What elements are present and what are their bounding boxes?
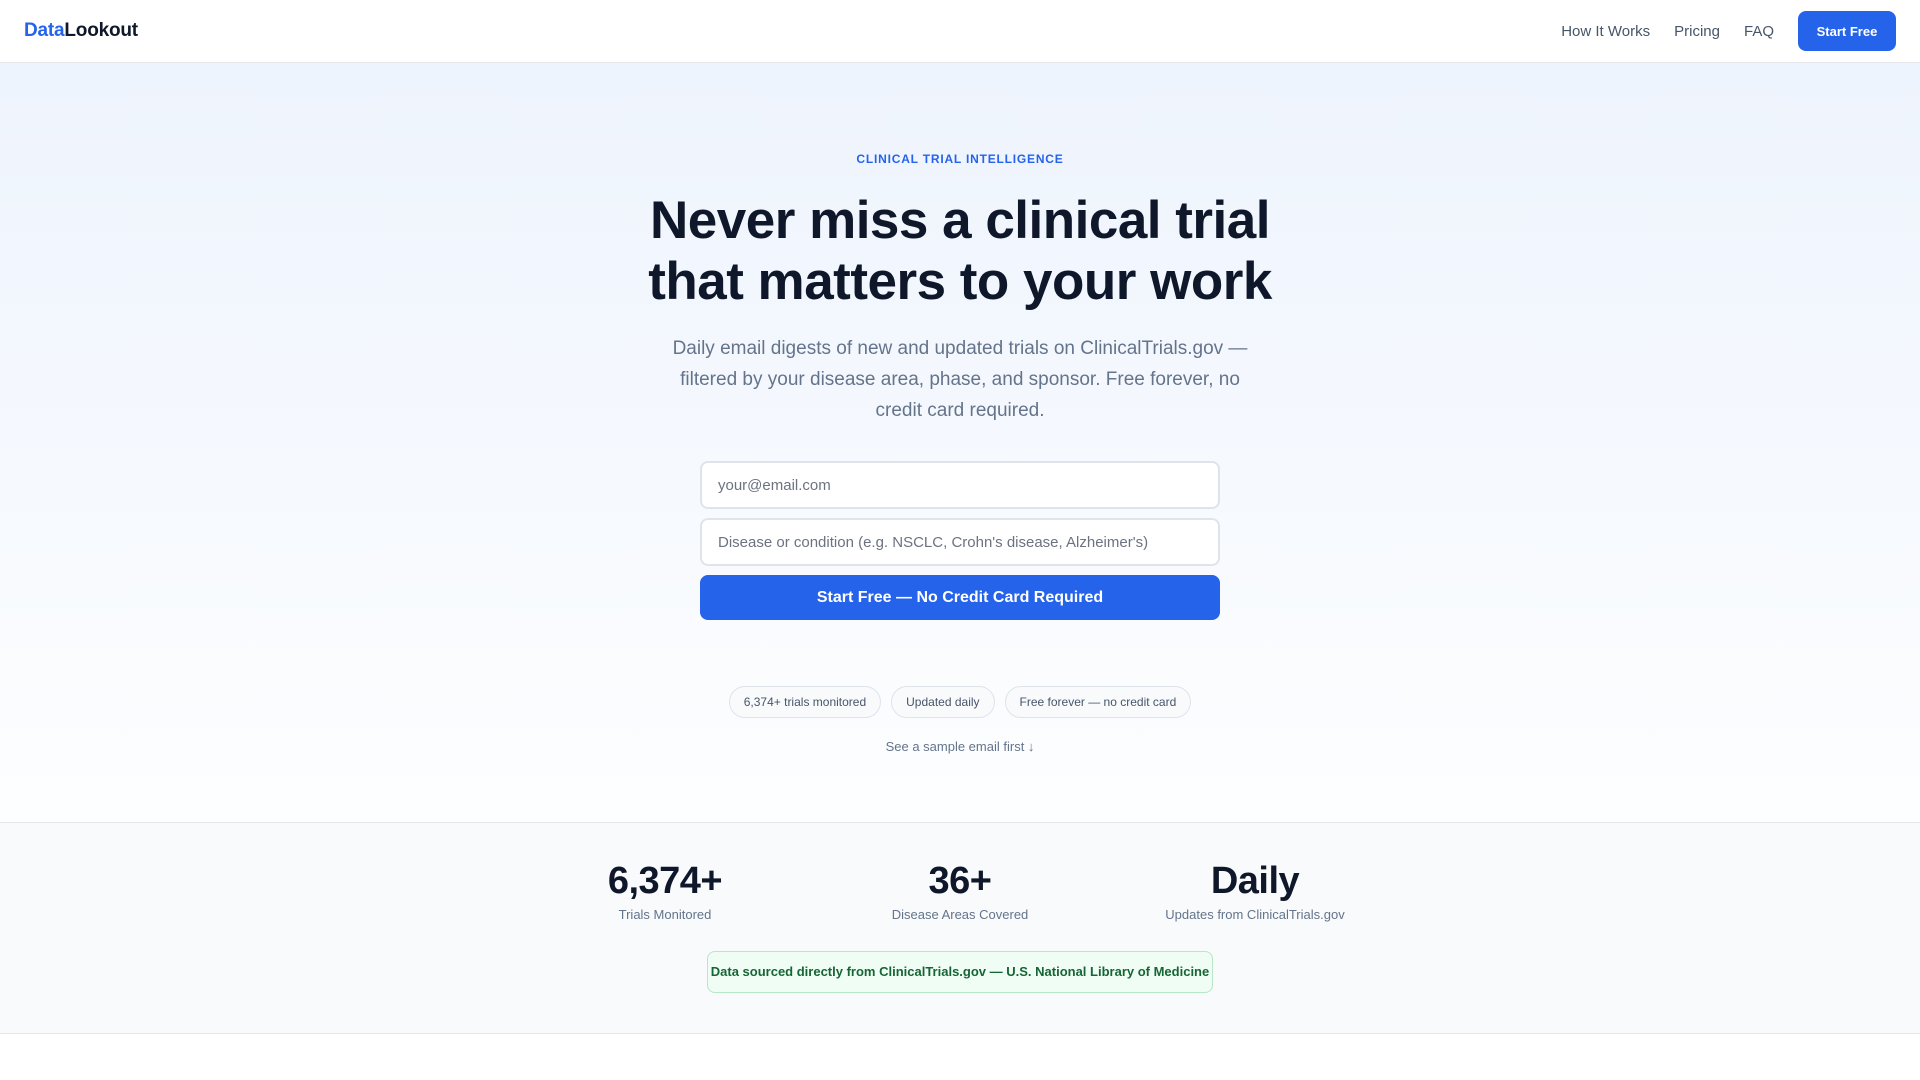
nav-link-faq[interactable]: FAQ: [1744, 23, 1774, 40]
hero-headline-line-2: that matters to your work: [648, 252, 1272, 311]
stat-value: 36+: [928, 860, 992, 902]
email-input[interactable]: [700, 461, 1220, 509]
signup-form: Start Free — No Credit Card Required: [700, 461, 1220, 620]
condition-input[interactable]: [700, 518, 1220, 566]
signup-submit-button[interactable]: Start Free — No Credit Card Required: [700, 575, 1220, 620]
stat-updates: Daily Updates from ClinicalTrials.gov: [1108, 859, 1403, 922]
site-logo[interactable]: DataLookout: [24, 20, 138, 42]
site-header: DataLookout How It Works Pricing FAQ Sta…: [0, 0, 1920, 63]
stat-label: Trials Monitored: [618, 907, 712, 922]
stats-row: 6,374+ Trials Monitored 36+ Disease Area…: [0, 859, 1920, 922]
hero-subhead: Daily email digests of new and updated t…: [672, 338, 1248, 421]
logo-text-data: Data: [24, 20, 65, 41]
main-nav: How It Works Pricing FAQ Start Free: [1537, 11, 1896, 51]
hero-headline: Never miss a clinical trial that matters…: [0, 190, 1920, 312]
pill-updated-daily: Updated daily: [891, 686, 995, 718]
logo-text-lookout: Lookout: [64, 20, 138, 41]
pill-free-forever: Free forever — no credit card: [1004, 686, 1192, 718]
nav-link-pricing[interactable]: Pricing: [1674, 23, 1720, 40]
stat-trials: 6,374+ Trials Monitored: [518, 859, 813, 922]
hero-headline-line-1: Never miss a clinical trial: [650, 191, 1270, 250]
stat-label: Disease Areas Covered: [891, 907, 1029, 922]
data-source-note: Data sourced directly from ClinicalTrial…: [707, 951, 1213, 993]
header-start-free-button[interactable]: Start Free: [1798, 11, 1896, 51]
hero-section: CLINICAL TRIAL INTELLIGENCE Never miss a…: [0, 63, 1920, 823]
stat-label: Updates from ClinicalTrials.gov: [1165, 907, 1345, 922]
stat-value: Daily: [1210, 860, 1300, 902]
trust-pills: 6,374+ trials monitored Updated daily Fr…: [0, 686, 1920, 718]
nav-link-how-it-works[interactable]: How It Works: [1561, 23, 1650, 40]
sample-email-link[interactable]: See a sample email first ↓: [0, 739, 1920, 754]
hero-eyebrow: CLINICAL TRIAL INTELLIGENCE: [856, 152, 1064, 166]
stats-section: 6,374+ Trials Monitored 36+ Disease Area…: [0, 823, 1920, 1034]
stat-disease-areas: 36+ Disease Areas Covered: [813, 859, 1108, 922]
pill-trials-monitored: 6,374+ trials monitored: [728, 686, 882, 718]
stat-value: 6,374+: [607, 860, 723, 902]
